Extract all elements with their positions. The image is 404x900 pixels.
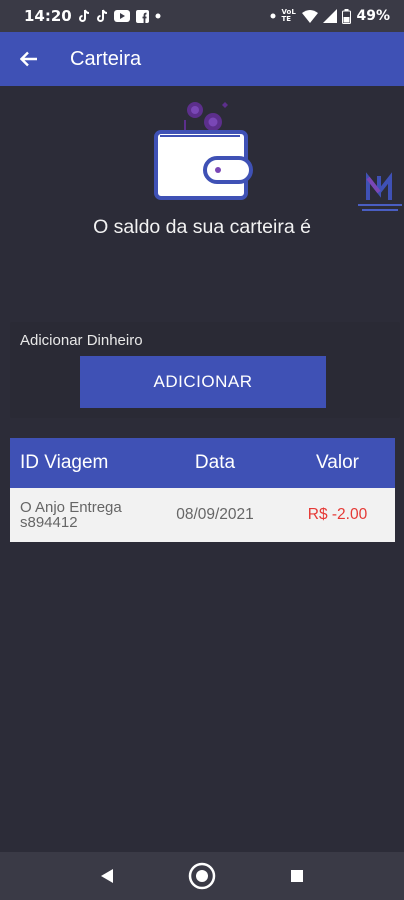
balance-message: O saldo da sua carteira é (93, 216, 311, 238)
tiktok-icon (96, 9, 107, 22)
column-header-id: ID Viagem (20, 452, 109, 473)
status-left: 14:20 (24, 7, 161, 25)
trip-id-cell: O Anjo Entrega s894412 (10, 500, 150, 530)
app-bar: Carteira (0, 32, 404, 86)
page-title: Carteira (70, 47, 142, 70)
arrow-left-icon (20, 51, 37, 67)
status-time: 14:20 (24, 7, 72, 25)
nav-home-button[interactable] (178, 852, 226, 900)
back-button[interactable] (0, 32, 58, 86)
nav-recents-button[interactable] (273, 852, 321, 900)
table-header: ID Viagem Data Valor (10, 438, 395, 488)
navigation-bar (0, 852, 404, 900)
battery-level: 49% (356, 8, 390, 24)
trip-table: ID Viagem Data Valor O Anjo Entrega s894… (10, 438, 395, 542)
trip-id-line2: s894412 (20, 514, 78, 531)
home-circle-icon (188, 862, 216, 890)
wallet-icon (154, 102, 253, 200)
trip-value-cell: R$ -2.00 (307, 506, 368, 523)
table-row[interactable]: O Anjo Entrega s894412 08/09/2021 R$ -2.… (10, 488, 395, 542)
brand-logo (358, 172, 402, 211)
trip-date-cell: 08/09/2021 (176, 506, 254, 523)
add-money-label: Adicionar Dinheiro (20, 332, 143, 349)
network-label: VoLTE (281, 8, 296, 23)
nav-back-button[interactable] (83, 852, 131, 900)
status-right: VoLTE 49% (270, 8, 390, 24)
notification-dot-icon (155, 13, 161, 19)
notification-dot-icon (270, 13, 276, 19)
wifi-icon (302, 9, 319, 23)
triangle-back-icon (101, 869, 114, 883)
column-header-date: Data (194, 452, 236, 473)
youtube-icon (113, 10, 130, 22)
status-bar: 14:20 VoLTE 49% (0, 0, 404, 32)
square-recents-icon (290, 870, 303, 882)
battery-icon (342, 8, 352, 24)
add-money-section: Adicionar Dinheiro ADICIONAR (10, 322, 400, 418)
signal-icon (323, 9, 338, 23)
tiktok-icon (78, 9, 89, 22)
add-button[interactable]: ADICIONAR (80, 356, 326, 408)
facebook-icon (135, 9, 149, 23)
column-header-value: Valor (316, 452, 359, 473)
trip-id-line1: O Anjo Entrega (20, 499, 122, 516)
